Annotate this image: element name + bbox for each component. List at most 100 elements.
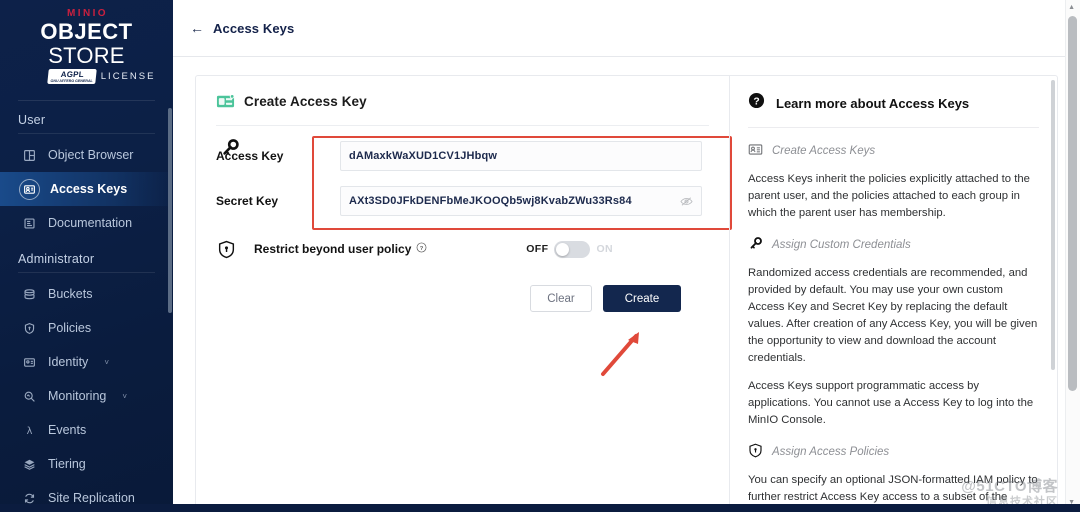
page-header: ← Access Keys [173,0,1080,57]
sidebar-group-divider [18,272,155,273]
sidebar-item-object-browser[interactable]: Object Browser [0,138,173,172]
help-panel-scrollbar[interactable] [1051,80,1055,370]
page-title: Access Keys [213,20,295,36]
object-browser-icon [22,148,36,162]
restrict-policy-toggle[interactable] [554,240,591,258]
sidebar-item-tiering[interactable]: Tiering [0,447,173,481]
sidebar-group-divider [18,133,155,134]
secret-key-input[interactable]: AXt3SD0JFkDENFbMeJKOOQb5wj8KvabZWu33Rs84 [340,186,702,216]
svg-text:?: ? [420,246,424,252]
page-scrollbar-track[interactable]: ▲ ▼ [1065,0,1080,512]
id-card-icon [748,142,763,160]
tiering-icon [22,457,36,471]
sidebar-item-access-keys[interactable]: Access Keys [0,172,173,206]
svg-text:?: ? [753,96,759,107]
restrict-policy-label: Restrict beyond user policy ? [254,242,427,256]
sidebar-item-label: Access Keys [50,182,128,196]
create-button[interactable]: Create [603,285,681,312]
help-panel: ? Learn more about Access Keys Create Ac… [729,76,1057,511]
form-section-title: Create Access Key [244,94,367,109]
sidebar-item-label: Identity [48,355,89,369]
scroll-up-arrow-icon[interactable]: ▲ [1068,4,1075,11]
sidebar-item-documentation[interactable]: Documentation [0,206,173,240]
sidebar-item-label: Site Replication [48,491,135,505]
help-section-heading: Assign Access Policies [748,443,1039,461]
toggle-off-label: OFF [526,243,549,255]
bottom-bar [0,504,1080,512]
sidebar-item-buckets[interactable]: Buckets [0,277,173,311]
chevron-down-icon[interactable]: ˅ [104,358,109,367]
sidebar-item-label: Documentation [48,216,133,230]
sidebar-item-monitoring[interactable]: Monitoring ˅ [0,379,173,413]
toggle-on-label: ON [596,243,613,255]
sidebar-scrollbar[interactable] [168,108,172,313]
agpl-badge-text: AGPL [59,70,84,79]
show-secret-eye-icon[interactable] [680,195,693,213]
sidebar-item-label: Tiering [48,457,86,471]
help-section-heading: Create Access Keys [748,142,1039,160]
help-question-icon: ? [748,92,765,114]
help-section-heading: Assign Custom Credentials [748,236,1039,254]
back-arrow-icon[interactable]: ← [190,21,204,35]
create-form: Create Access Key Access Key dAMaxkWaXUD… [196,76,732,511]
help-section-heading-text: Assign Custom Credentials [772,239,911,251]
brand-store-text: STORE [48,43,125,68]
svg-text:λ: λ [26,426,32,437]
help-circle-icon[interactable]: ? [416,242,427,256]
create-access-key-icon [216,92,235,111]
sidebar-item-policies[interactable]: Policies [0,311,173,345]
brand-license: AGPL GNU AFFERO GENERAL LICENSE [0,69,173,84]
secret-key-label: Secret Key [216,194,279,208]
documentation-icon [22,216,36,230]
brand-title: OBJECT STORE [0,20,173,68]
events-icon: λ [22,423,36,437]
shield-icon [748,443,763,461]
form-section-header: Create Access Key [212,92,709,111]
restrict-policy-toggle-group: OFF ON [526,240,709,258]
chevron-down-icon[interactable]: ˅ [122,392,127,401]
brand-object-text: OBJECT [40,19,133,44]
help-section-body: Access Keys support programmatic access … [748,380,1034,426]
secret-key-row: Secret Key AXt3SD0JFkDENFbMeJKOOQb5wj8Kv… [212,181,709,221]
toggle-knob [556,242,570,256]
buckets-icon [22,287,36,301]
policies-icon [22,321,36,335]
license-label: LICENSE [100,71,156,82]
sidebar-nav: User Object Browser Access Keys Documentati… [0,101,173,512]
agpl-badge-subtext: GNU AFFERO GENERAL [49,79,93,83]
sidebar-item-label: Monitoring [48,389,107,403]
access-key-row: Access Key dAMaxkWaXUD1CV1JHbqw [212,136,709,176]
access-key-input[interactable]: dAMaxkWaXUD1CV1JHbqw [340,141,702,171]
create-access-key-panel: Create Access Key Access Key dAMaxkWaXUD… [195,75,1058,512]
app-root: MINIO OBJECT STORE AGPL GNU AFFERO GENER… [0,0,1080,512]
help-panel-header: ? Learn more about Access Keys [748,92,1039,114]
main-area: ← Access Keys Create Access Key Access K… [173,0,1080,512]
credentials-area: Access Key dAMaxkWaXUD1CV1JHbqw Secret K… [212,136,732,230]
help-section-body: Access Keys inherit the policies explici… [748,173,1030,219]
identity-icon [22,355,36,369]
form-actions: Clear Create [212,285,709,312]
brand-logo[interactable]: MINIO OBJECT STORE AGPL GNU AFFERO GENER… [0,0,173,94]
access-keys-icon [19,178,40,200]
annotation-arrow-icon [601,332,639,376]
sidebar-item-identity[interactable]: Identity ˅ [0,345,173,379]
sidebar-group-title: Administrator [18,252,95,266]
sidebar-group-title: User [18,113,46,127]
sidebar-item-label: Events [48,423,87,437]
monitoring-icon [22,389,36,403]
access-key-value: dAMaxkWaXUD1CV1JHbqw [349,150,498,162]
key-icon [220,138,240,158]
agpl-badge-icon: AGPL GNU AFFERO GENERAL [46,69,97,84]
sidebar-item-label: Object Browser [48,148,134,162]
shield-lock-icon [216,239,236,259]
help-panel-body: Create Access Keys Access Keys inherit th… [748,142,1039,511]
page-scrollbar-thumb[interactable] [1068,16,1077,391]
clear-button[interactable]: Clear [530,285,592,312]
sidebar-item-label: Buckets [48,287,93,301]
page-content: Create Access Key Access Key dAMaxkWaXUD… [173,57,1080,512]
form-header-divider [216,125,709,126]
restrict-policy-text: Restrict beyond user policy [254,242,412,256]
help-section-heading-text: Create Access Keys [772,145,876,157]
site-replication-icon [22,491,36,505]
sidebar-item-events[interactable]: λ Events [0,413,173,447]
